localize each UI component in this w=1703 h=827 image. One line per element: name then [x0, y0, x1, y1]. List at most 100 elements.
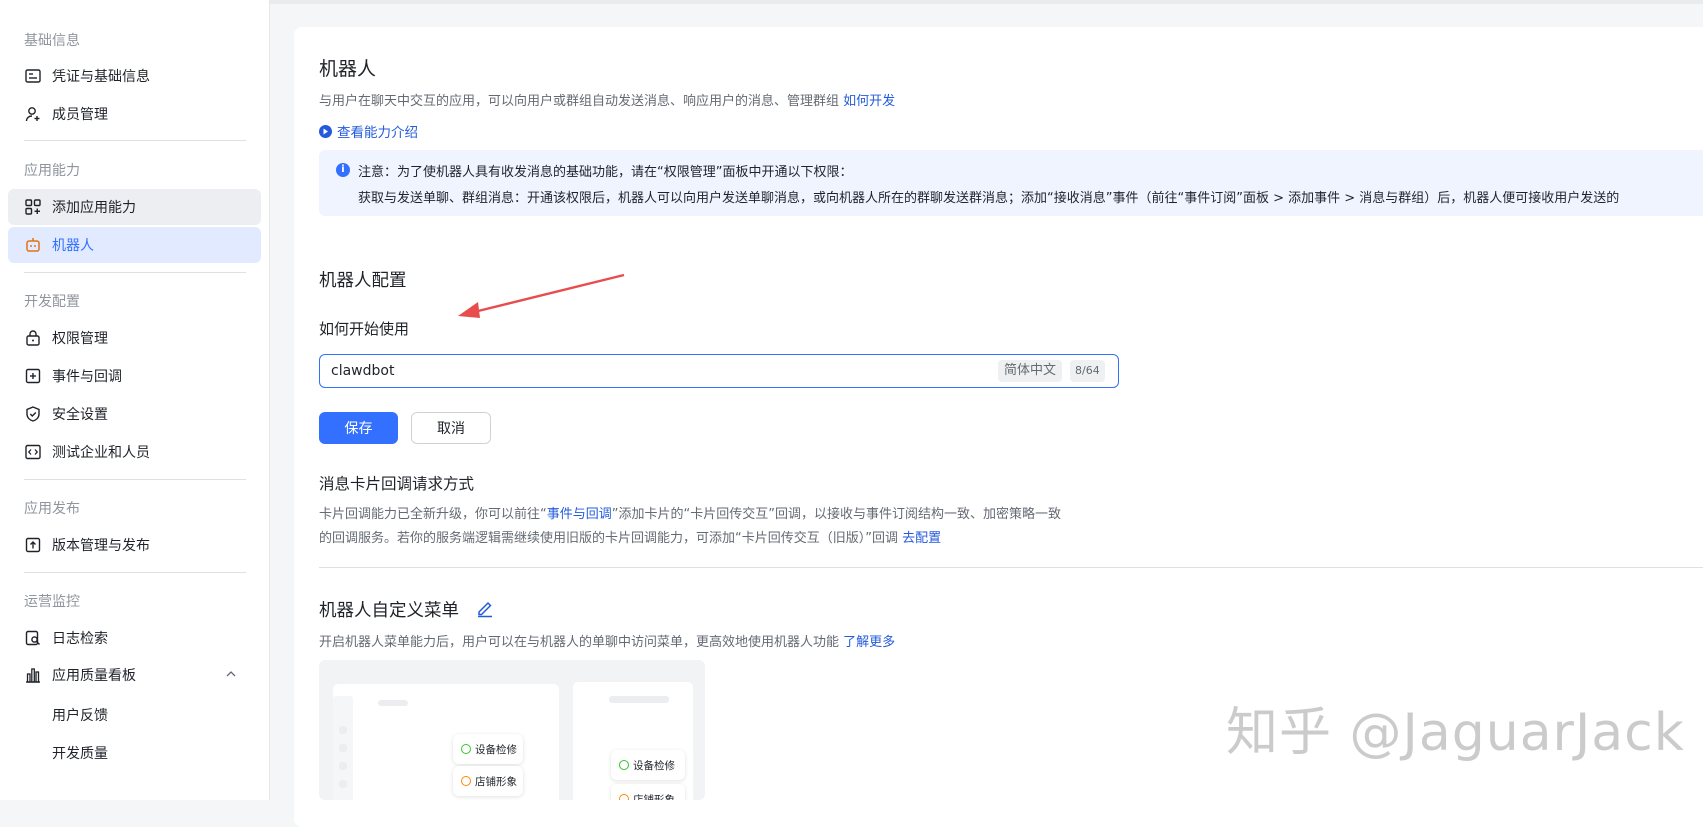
sidebar-item-test-enterprise[interactable]: 测试企业和人员 [8, 434, 261, 470]
preview-menu-item: 店铺形象 [453, 766, 523, 796]
watermark: 知乎 @JaguarJack [1226, 703, 1685, 763]
get-started-input-value: clawdbot [331, 363, 395, 379]
save-button[interactable]: 保存 [319, 412, 398, 444]
wrench-icon [461, 744, 471, 754]
group-title-capabilities: 应用能力 [24, 163, 80, 179]
learn-more-link[interactable]: 了解更多 [843, 635, 895, 650]
chart-icon [24, 666, 42, 684]
sidebar-item-label: 事件与回调 [52, 369, 122, 385]
apps-add-icon [24, 198, 42, 216]
credential-icon [24, 67, 42, 85]
chevron-up-icon[interactable] [225, 668, 237, 680]
event-icon [24, 367, 42, 385]
menu-preview-image: 设备检修 店铺形象 设备检修 店铺形象 [319, 660, 705, 800]
sidebar-item-label: 测试企业和人员 [52, 445, 150, 461]
sidebar-divider [24, 140, 246, 141]
sidebar-item-members[interactable]: 成员管理 [8, 96, 261, 132]
sidebar-item-add-capability[interactable]: 添加应用能力 [8, 189, 261, 225]
sidebar-item-label: 日志检索 [52, 631, 108, 647]
sidebar-item-versions[interactable]: 版本管理与发布 [8, 527, 261, 563]
preview-menu-item: 店铺形象 [611, 784, 685, 800]
shield-icon [24, 405, 42, 423]
preview-header-bar [378, 700, 408, 706]
preview-sidebar-mark [339, 744, 347, 752]
card-callback-text-2: ”添加卡片的“卡片回传交互”回调，以接收与事件订阅结构一致、加密策略一致 [611, 507, 1061, 522]
preview-sidebar-mark [339, 780, 347, 788]
cancel-button[interactable]: 取消 [411, 412, 491, 444]
bot-config-title: 机器人配置 [319, 271, 407, 291]
how-to-develop-link[interactable]: 如何开发 [843, 94, 895, 109]
sidebar-divider [24, 479, 246, 480]
sidebar-item-quality-board[interactable]: 应用质量看板 [8, 657, 261, 693]
lock-icon [24, 329, 42, 347]
sidebar-item-label: 成员管理 [52, 107, 108, 123]
bot-description: 与用户在聊天中交互的应用，可以向用户或群组自动发送消息、响应用户的消息、管理群组… [319, 90, 895, 109]
sidebar-item-label: 应用质量看板 [52, 668, 136, 684]
sidebar-subitem-dev-quality[interactable]: 开发质量 [52, 743, 108, 763]
card-callback-description: 卡片回调能力已全新升级，你可以前往“事件与回调”添加卡片的“卡片回传交互”回调，… [319, 503, 1119, 551]
sidebar-item-label: 添加应用能力 [52, 200, 136, 216]
capability-intro-link[interactable]: 查看能力介绍 [319, 121, 418, 141]
sidebar-divider [24, 272, 246, 273]
card-callback-title: 消息卡片回调请求方式 [319, 475, 475, 493]
sidebar-item-label: 凭证与基础信息 [52, 69, 150, 85]
custom-menu-title: 机器人自定义菜单 [319, 601, 459, 621]
custom-menu-description: 开启机器人菜单能力后，用户可以在与机器人的单聊中访问菜单，更高效地使用机器人功能… [319, 631, 895, 650]
red-arrow-annotation [458, 273, 625, 318]
char-counter: 8/64 [1070, 360, 1105, 382]
upload-icon [24, 536, 42, 554]
permission-notice: i 注意：为了使机器人具有收发消息的基础功能，请在“权限管理”面板中开通以下权限… [319, 150, 1703, 216]
capability-intro-label: 查看能力介绍 [337, 125, 418, 141]
wrench-icon [619, 760, 629, 770]
edit-icon[interactable] [476, 598, 494, 618]
preview-window-mobile: 设备检修 店铺形象 [573, 682, 693, 800]
bot-description-text: 与用户在聊天中交互的应用，可以向用户或群组自动发送消息、响应用户的消息、管理群组 [319, 94, 840, 109]
notice-line-2: 获取与发送单聊、群组消息：开通该权限后，机器人可以向用户发送单聊消息，或向机器人… [358, 191, 1620, 206]
play-icon [319, 124, 332, 138]
get-started-input[interactable]: clawdbot 简体中文 8/64 [319, 354, 1119, 388]
sidebar: 基础信息 凭证与基础信息 成员管理 应用能力 添加应用能力 机器人 开发配置 权… [0, 0, 270, 800]
sidebar-item-robot[interactable]: 机器人 [8, 227, 261, 263]
group-title-monitoring: 运营监控 [24, 594, 80, 610]
code-icon [24, 443, 42, 461]
group-title-dev-config: 开发配置 [24, 294, 80, 310]
get-started-label: 如何开始使用 [319, 320, 410, 338]
sidebar-item-credentials[interactable]: 凭证与基础信息 [8, 58, 261, 94]
preview-menu-label: 店铺形象 [633, 793, 675, 801]
sidebar-item-label: 机器人 [52, 238, 94, 254]
preview-header-bar [609, 696, 669, 703]
preview-menu-label: 设备检修 [475, 743, 517, 756]
preview-sidebar-mark [339, 762, 347, 770]
language-tag[interactable]: 简体中文 [998, 360, 1063, 382]
sidebar-divider [24, 572, 246, 573]
sidebar-item-events[interactable]: 事件与回调 [8, 358, 261, 394]
sidebar-item-label: 安全设置 [52, 407, 108, 423]
robot-icon [24, 236, 42, 254]
custom-menu-text: 开启机器人菜单能力后，用户可以在与机器人的单聊中访问菜单，更高效地使用机器人功能 [319, 635, 844, 650]
section-divider [319, 567, 1703, 568]
preview-sidebar-mark [339, 726, 347, 734]
card-callback-text-1: 卡片回调能力已全新升级，你可以前往“ [319, 507, 547, 522]
preview-menu-item: 设备检修 [611, 750, 685, 780]
sidebar-item-log-search[interactable]: 日志检索 [8, 620, 261, 656]
add-user-icon [24, 105, 42, 123]
go-configure-link[interactable]: 去配置 [902, 531, 941, 546]
sidebar-item-security[interactable]: 安全设置 [8, 396, 261, 432]
preview-window-desktop: 设备检修 店铺形象 [333, 684, 559, 800]
page-title: 机器人 [319, 58, 377, 80]
group-title-release: 应用发布 [24, 501, 80, 517]
group-title-basic: 基础信息 [24, 33, 80, 49]
sidebar-item-label: 版本管理与发布 [52, 538, 150, 554]
preview-menu-label: 店铺形象 [475, 775, 517, 788]
card-callback-text-3: 的回调服务。若你的服务端逻辑需继续使用旧版的卡片回调能力，可添加“卡片回传交互（… [319, 531, 903, 546]
log-search-icon [24, 629, 42, 647]
sidebar-item-label: 权限管理 [52, 331, 108, 347]
sidebar-item-permissions[interactable]: 权限管理 [8, 320, 261, 356]
events-callback-link[interactable]: 事件与回调 [547, 507, 612, 522]
store-icon [461, 776, 471, 786]
sidebar-subitem-feedback[interactable]: 用户反馈 [52, 705, 108, 725]
info-icon: i [336, 163, 350, 177]
store-icon [619, 794, 629, 800]
preview-menu-label: 设备检修 [633, 759, 675, 772]
notice-line-1: 注意：为了使机器人具有收发消息的基础功能，请在“权限管理”面板中开通以下权限： [358, 165, 853, 180]
